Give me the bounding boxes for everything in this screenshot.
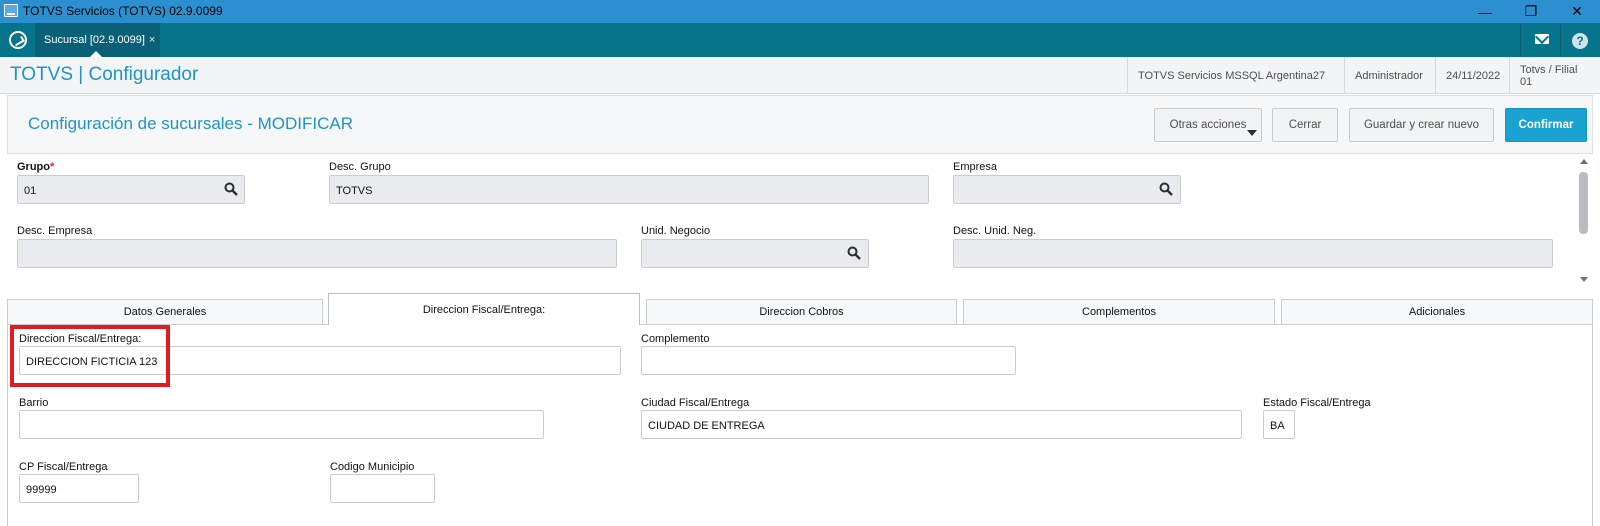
tab-complementos[interactable]: Complementos [963, 299, 1275, 324]
window-titlebar: TOTVS Servicios (TOTVS) 02.9.0099 — ❐ ✕ [0, 0, 1600, 23]
page-title: Configuración de sucursales - MODIFICAR [28, 114, 354, 133]
barrio-label: Barrio [19, 397, 49, 409]
scroll-up-icon[interactable] [1580, 159, 1588, 164]
tab-datos-generales[interactable]: Datos Generales [7, 299, 323, 324]
tab-sucursal[interactable]: Sucursal [02.9.0099] × [35, 23, 160, 57]
minimize-button[interactable]: — [1462, 0, 1508, 23]
date-info: 24/11/2022 [1435, 57, 1510, 94]
required-marker: * [50, 161, 55, 173]
empresa-input[interactable] [953, 175, 1181, 204]
help-icon[interactable]: ? [1572, 33, 1588, 49]
page-header: Configuración de sucursales - MODIFICAR … [7, 95, 1593, 154]
app-tabbar: Sucursal [02.9.0099] × ? [0, 23, 1600, 57]
empresa-label: Empresa [953, 161, 998, 173]
server-info: TOTVS Servicios MSSQL Argentina27 [1127, 57, 1335, 94]
totvs-logo-icon[interactable] [9, 31, 27, 49]
cp-input[interactable]: 99999 [19, 474, 139, 503]
tab-adicionales[interactable]: Adicionales [1281, 299, 1593, 324]
desc-grupo-label: Desc. Grupo [329, 161, 391, 173]
municipio-label: Codigo Municipio [330, 461, 415, 473]
scroll-down-icon[interactable] [1580, 277, 1588, 282]
highlight-box [10, 325, 170, 387]
search-icon[interactable] [1159, 182, 1173, 196]
other-actions-label: Otras acciones [1169, 119, 1247, 131]
search-icon[interactable] [847, 246, 861, 260]
unid-negocio-label: Unid. Negocio [641, 225, 711, 237]
maximize-button[interactable]: ❐ [1508, 0, 1554, 23]
estado-input[interactable]: BA [1263, 410, 1295, 439]
desc-unid-neg-label: Desc. Unid. Neg. [953, 225, 1037, 237]
save-and-new-button[interactable]: Guardar y crear nuevo [1349, 108, 1494, 142]
grupo-label: Grupo* [17, 161, 54, 173]
desc-grupo-input[interactable]: TOTVS [329, 175, 929, 204]
tab-close-icon[interactable]: × [149, 34, 155, 46]
divider [1560, 23, 1561, 57]
confirm-button[interactable]: Confirmar [1505, 108, 1587, 142]
ciudad-input[interactable]: CIUDAD DE ENTREGA [641, 410, 1242, 439]
branch-info: Totvs / Filial 01 [1509, 57, 1600, 94]
grupo-label-text: Grupo [17, 161, 50, 173]
form-scrollbar[interactable] [1577, 156, 1591, 288]
desc-unid-neg-input[interactable] [953, 239, 1553, 268]
tab-sucursal-label: Sucursal [02.9.0099] [44, 34, 145, 46]
complemento-label: Complemento [641, 333, 710, 345]
other-actions-button[interactable]: Otras acciones [1154, 108, 1262, 142]
chevron-down-icon [1247, 130, 1257, 136]
search-icon[interactable] [224, 182, 238, 196]
divider [1520, 23, 1521, 57]
grupo-input[interactable]: 01 [17, 175, 245, 204]
app-header: TOTVS | Configurador TOTVS Servicios MSS… [0, 57, 1600, 94]
ciudad-label: Ciudad Fiscal/Entrega [641, 397, 750, 409]
estado-label: Estado Fiscal/Entrega [1263, 397, 1371, 409]
app-brand-title: TOTVS | Configurador [10, 64, 199, 85]
mail-icon[interactable] [1535, 34, 1549, 44]
barrio-input[interactable] [19, 410, 544, 439]
desc-empresa-input[interactable] [17, 239, 617, 268]
tab-direccion-fiscal[interactable]: Direccion Fiscal/Entrega: [328, 293, 640, 325]
user-info: Administrador [1344, 57, 1433, 94]
desc-empresa-label: Desc. Empresa [17, 225, 93, 237]
app-window-icon [4, 4, 18, 17]
unid-negocio-input[interactable] [641, 239, 869, 268]
scroll-thumb[interactable] [1579, 172, 1588, 234]
close-button[interactable]: Cerrar [1272, 108, 1338, 142]
complemento-input[interactable] [641, 346, 1016, 375]
municipio-input[interactable] [330, 474, 435, 503]
close-window-button[interactable]: ✕ [1554, 0, 1600, 23]
window-title: TOTVS Servicios (TOTVS) 02.9.0099 [23, 4, 223, 18]
cp-label: CP Fiscal/Entrega [19, 461, 108, 473]
tab-direccion-cobros[interactable]: Direccion Cobros [646, 299, 957, 324]
